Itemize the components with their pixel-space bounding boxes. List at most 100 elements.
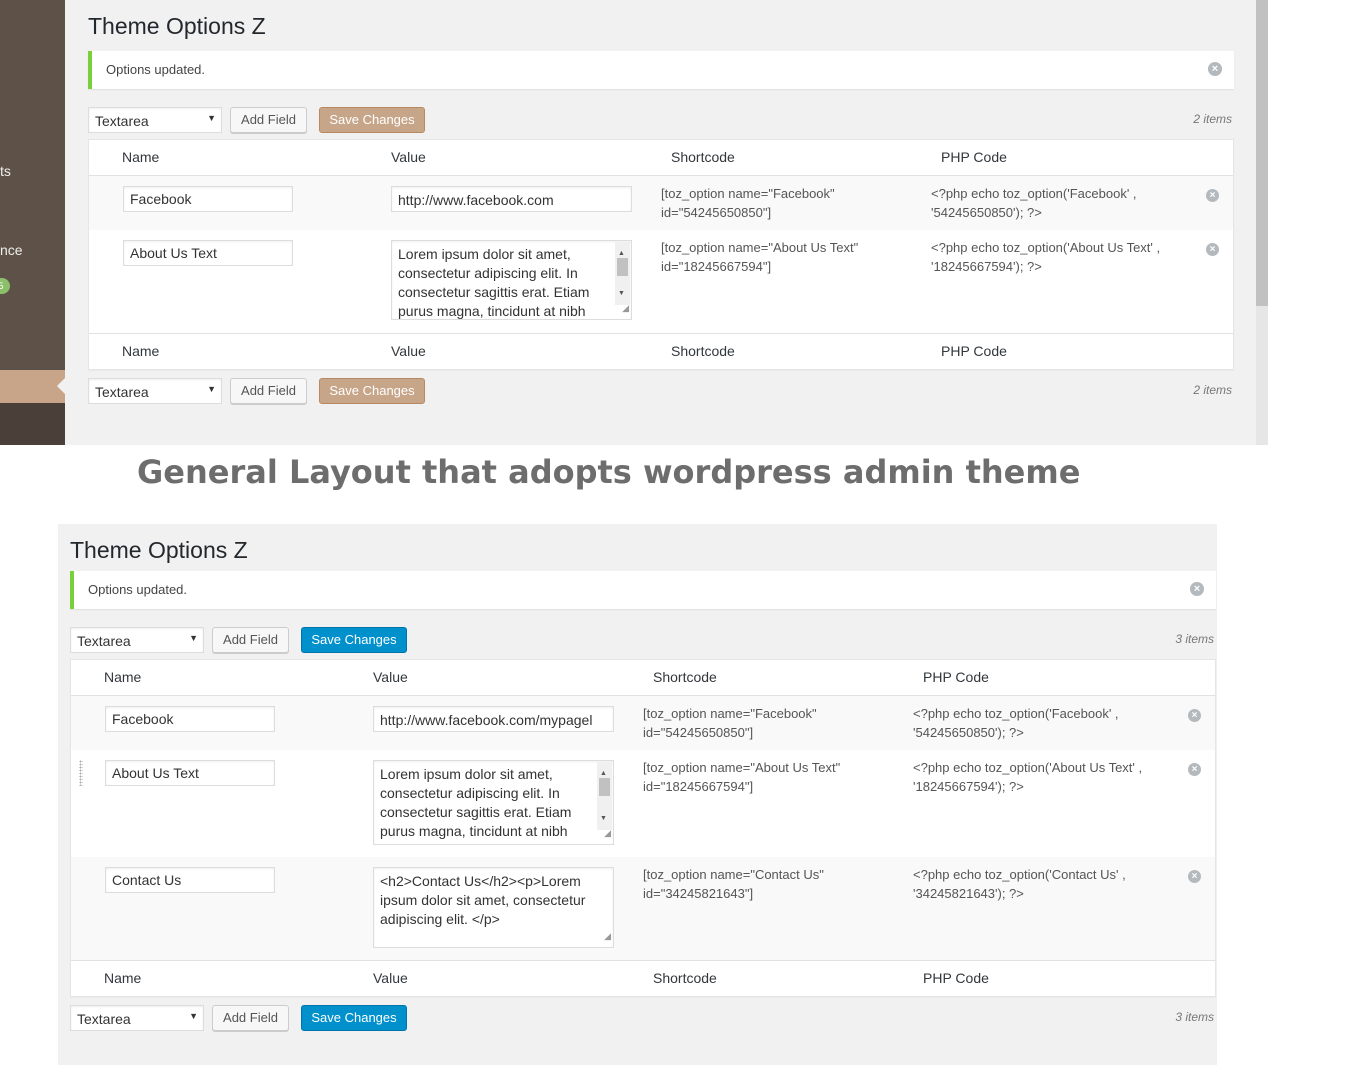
- delete-row-icon[interactable]: ×: [1206, 189, 1219, 202]
- table-row: About Us Text Lorem ipsum dolor sit amet…: [71, 750, 1215, 857]
- field-type-select[interactable]: Textarea ▼: [70, 627, 204, 653]
- add-field-button[interactable]: Add Field: [230, 378, 307, 404]
- php-code-text: <?php echo toz_option('Facebook' , '5424…: [931, 186, 1137, 220]
- sidebar-active-item[interactable]: [0, 370, 65, 403]
- shortcode-text: [toz_option name="Facebook" id="54245650…: [661, 186, 835, 220]
- add-field-button[interactable]: Add Field: [212, 1005, 289, 1031]
- column-header-php-code: PHP Code: [941, 149, 1007, 165]
- delete-row-icon[interactable]: ×: [1188, 709, 1201, 722]
- notice-message: Options updated.: [106, 62, 206, 77]
- top-toolbar: Textarea ▼ Add Field Save Changes 3 items: [70, 627, 1216, 657]
- column-header-name: Name: [104, 669, 142, 685]
- item-count: 3 items: [1175, 632, 1214, 646]
- drag-handle-icon[interactable]: [79, 760, 83, 786]
- updated-notice: Options updated. ×: [88, 51, 1234, 89]
- option-value-textarea[interactable]: Lorem ipsum dolor sit amet, consectetur …: [391, 240, 632, 320]
- table-header: Name Value Shortcode PHP Code: [89, 140, 1233, 176]
- textarea-content: Lorem ipsum dolor sit amet, consectetur …: [380, 766, 572, 839]
- field-type-select[interactable]: Textarea ▼: [70, 1005, 204, 1031]
- screenshot-default-theme: Theme Options Z Options updated. × Texta…: [58, 524, 1217, 1065]
- table-row: About Us Text Lorem ipsum dolor sit amet…: [89, 230, 1233, 333]
- textarea-content: <h2>Contact Us</h2><p>Lorem ipsum dolor …: [380, 873, 586, 927]
- table-row: Facebook http://www.facebook.com [toz_op…: [89, 176, 1233, 230]
- column-header-value: Value: [391, 149, 426, 165]
- dropdown-caret-icon: ▼: [189, 633, 198, 643]
- active-arrow-indicator: [57, 378, 65, 394]
- php-code-text: <?php echo toz_option('Facebook' , '5424…: [913, 706, 1119, 740]
- shortcode-text: [toz_option name="About Us Text" id="182…: [643, 760, 841, 794]
- textarea-scroll-thumb[interactable]: [599, 778, 610, 796]
- option-value-input[interactable]: http://www.facebook.com/mypagel: [373, 706, 614, 732]
- top-toolbar: Textarea ▼ Add Field Save Changes 2 items: [88, 107, 1234, 137]
- column-footer-shortcode: Shortcode: [671, 343, 735, 359]
- notice-message: Options updated.: [88, 582, 188, 597]
- table-row: Contact Us <h2>Contact Us</h2><p>Lorem i…: [71, 857, 1215, 960]
- options-table: Name Value Shortcode PHP Code Facebook h…: [70, 659, 1216, 997]
- option-value-textarea[interactable]: Lorem ipsum dolor sit amet, consectetur …: [373, 760, 614, 845]
- bottom-toolbar: Textarea ▼ Add Field Save Changes 3 items: [70, 1005, 1216, 1035]
- sidebar-item-fragment[interactable]: nce: [0, 242, 23, 258]
- textarea-scrollbar[interactable]: ▲ ▼: [615, 242, 630, 305]
- dropdown-caret-icon: ▼: [207, 384, 216, 394]
- textarea-content: Lorem ipsum dolor sit amet, consectetur …: [398, 246, 590, 319]
- dropdown-caret-icon: ▼: [189, 1011, 198, 1021]
- column-header-shortcode: Shortcode: [671, 149, 735, 165]
- textarea-scrollbar[interactable]: ▲ ▼: [597, 762, 612, 830]
- column-footer-name: Name: [122, 343, 160, 359]
- field-type-select-value: Textarea: [77, 633, 131, 649]
- field-type-select-value: Textarea: [77, 1011, 131, 1027]
- option-name-input[interactable]: About Us Text: [105, 760, 275, 786]
- save-changes-button[interactable]: Save Changes: [319, 378, 425, 404]
- options-table: Name Value Shortcode PHP Code Facebook h…: [88, 139, 1234, 370]
- field-type-select[interactable]: Textarea ▼: [88, 378, 222, 404]
- delete-row-icon[interactable]: ×: [1206, 243, 1219, 256]
- screenshot-brown-theme: ts nce 5 Theme Options Z Options updated…: [0, 0, 1268, 445]
- column-header-name: Name: [122, 149, 160, 165]
- resize-grip-icon[interactable]: ◢: [604, 927, 611, 946]
- dismiss-icon[interactable]: ×: [1208, 62, 1222, 76]
- resize-grip-icon[interactable]: ◢: [622, 299, 629, 318]
- add-field-button[interactable]: Add Field: [212, 627, 289, 653]
- sidebar-item-fragment[interactable]: ts: [0, 163, 11, 179]
- shortcode-text: [toz_option name="Facebook" id="54245650…: [643, 706, 817, 740]
- option-name-input[interactable]: Contact Us: [105, 867, 275, 893]
- shortcode-text: [toz_option name="About Us Text" id="182…: [661, 240, 859, 274]
- delete-row-icon[interactable]: ×: [1188, 870, 1201, 883]
- column-footer-name: Name: [104, 970, 142, 986]
- textarea-scroll-thumb[interactable]: [617, 258, 628, 276]
- item-count: 2 items: [1193, 112, 1232, 126]
- sidebar-lower-section: [0, 403, 65, 445]
- admin-sidebar: ts nce 5: [0, 0, 65, 445]
- table-row: Facebook http://www.facebook.com/mypagel…: [71, 696, 1215, 750]
- delete-row-icon[interactable]: ×: [1188, 763, 1201, 776]
- add-field-button[interactable]: Add Field: [230, 107, 307, 133]
- php-code-text: <?php echo toz_option('Contact Us' , '34…: [913, 867, 1126, 901]
- column-footer-php-code: PHP Code: [923, 970, 989, 986]
- option-name-input[interactable]: Facebook: [123, 186, 293, 212]
- option-value-textarea[interactable]: <h2>Contact Us</h2><p>Lorem ipsum dolor …: [373, 867, 614, 948]
- dismiss-icon[interactable]: ×: [1190, 582, 1204, 596]
- save-changes-button[interactable]: Save Changes: [319, 107, 425, 133]
- option-value-input[interactable]: http://www.facebook.com: [391, 186, 632, 212]
- dropdown-caret-icon: ▼: [207, 113, 216, 123]
- table-footer: Name Value Shortcode PHP Code: [89, 333, 1233, 369]
- column-header-php-code: PHP Code: [923, 669, 989, 685]
- field-type-select-value: Textarea: [95, 384, 149, 400]
- page-scrollbar-thumb[interactable]: [1256, 0, 1268, 306]
- caption-heading: General Layout that adopts wordpress adm…: [137, 453, 1081, 491]
- field-type-select[interactable]: Textarea ▼: [88, 107, 222, 133]
- resize-grip-icon[interactable]: ◢: [604, 824, 611, 843]
- table-header: Name Value Shortcode PHP Code: [71, 660, 1215, 696]
- page-title: Theme Options Z: [88, 13, 266, 39]
- column-footer-value: Value: [391, 343, 426, 359]
- save-changes-button[interactable]: Save Changes: [301, 627, 407, 653]
- option-name-input[interactable]: Facebook: [105, 706, 275, 732]
- save-changes-button[interactable]: Save Changes: [301, 1005, 407, 1031]
- page-title: Theme Options Z: [70, 537, 248, 563]
- option-name-input[interactable]: About Us Text: [123, 240, 293, 266]
- update-count-badge: 5: [0, 278, 10, 294]
- shortcode-text: [toz_option name="Contact Us" id="342458…: [643, 867, 824, 901]
- field-type-select-value: Textarea: [95, 113, 149, 129]
- item-count: 2 items: [1193, 383, 1232, 397]
- item-count: 3 items: [1175, 1010, 1214, 1024]
